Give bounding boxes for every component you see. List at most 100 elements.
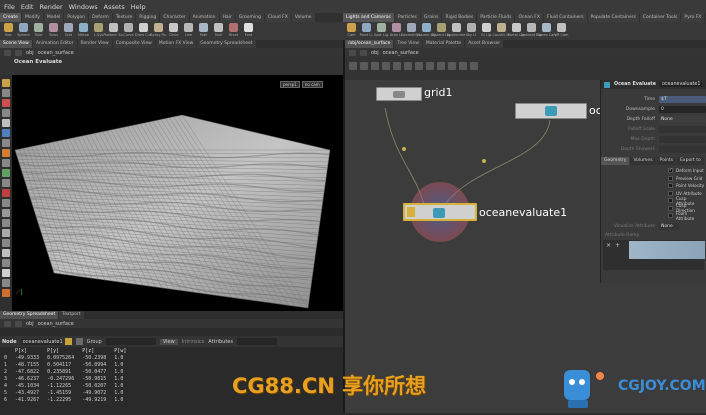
sheet-path-node[interactable]: ocean_surface [38, 321, 74, 327]
network-tool-2[interactable] [371, 62, 379, 70]
shelf-tab-2[interactable]: Model [43, 13, 64, 22]
right-pane-tab-2[interactable]: Material Palette [422, 40, 465, 48]
table-row[interactable]: 5 -43.4927 -1.45159 -49.9072 1.0 [0, 389, 130, 396]
table-row[interactable]: 0 -49.9333 0.0975264 -50.2398 1.0 [0, 354, 130, 361]
check-row-6[interactable]: Foam Attribute [601, 211, 706, 221]
network-tool-5[interactable] [404, 62, 412, 70]
shelf-tab-right-0[interactable]: Lights and Cameras [343, 13, 394, 22]
table-header-cell[interactable]: P[z] [78, 347, 110, 354]
shelf-tool-11[interactable]: Circle [167, 22, 180, 40]
param-node-name[interactable]: oceanevaluate1 [659, 82, 703, 87]
viewport-tool-21[interactable] [2, 289, 10, 297]
network-tool-6[interactable] [415, 62, 423, 70]
shelf-tab-right-2[interactable]: Grains [420, 13, 442, 22]
shelf-tab-4[interactable]: Deform [89, 13, 112, 22]
shelf-tool-13[interactable]: Path [197, 22, 210, 40]
group-field[interactable] [105, 338, 156, 345]
time-field[interactable]: $T [659, 95, 706, 103]
check-box-3[interactable] [668, 190, 673, 196]
network-tool-1[interactable] [360, 62, 368, 70]
shelf-tab-7[interactable]: Character [160, 13, 189, 22]
geometry-icon[interactable] [64, 338, 72, 345]
table-row[interactable]: 4 -45.1034 -1.12265 -50.0207 1.0 [0, 382, 130, 389]
table-row[interactable]: 3 -46.6237 -0.247296 -50.9815 1.0 [0, 375, 130, 382]
network-tool-3[interactable] [382, 62, 390, 70]
viewport-tool-18[interactable] [2, 259, 10, 267]
shelf-tab-1[interactable]: Modify [21, 13, 43, 22]
shelf-tab-11[interactable]: Cloud FX [264, 13, 291, 22]
param-tab-1[interactable]: Volumes [630, 157, 656, 165]
viewport-tool-17[interactable] [2, 249, 10, 257]
shelf-tool-16[interactable]: Font [242, 22, 255, 40]
downsample-field[interactable]: 0 [659, 105, 706, 113]
node-field[interactable]: oceanevaluate1 [20, 338, 63, 345]
menu-file[interactable]: File [4, 3, 15, 11]
check-box-2[interactable] [668, 183, 673, 189]
scene-viewport[interactable]: persp1 no cam ⟋| [12, 75, 343, 311]
shelf-tab-right-7[interactable]: Populate Containers [587, 13, 639, 22]
right-pane-tab-1[interactable]: Tree View [394, 40, 422, 48]
check-box-6[interactable] [668, 213, 673, 219]
table-header-cell[interactable] [0, 347, 11, 354]
sheet-path-obj[interactable]: obj [26, 321, 34, 327]
viewport-tool-4[interactable] [2, 119, 10, 127]
viewport-tool-1[interactable] [2, 89, 10, 97]
network-tool-9[interactable] [448, 62, 456, 70]
shelf-tab-3[interactable]: Polygon [64, 13, 89, 22]
persp-menu[interactable]: persp1 [280, 81, 300, 88]
viewport-tool-5[interactable] [2, 129, 10, 137]
path-node[interactable]: ocean_surface [38, 50, 74, 56]
shelf-tool-5[interactable]: Metab [77, 22, 90, 40]
shelf-tab-right-8[interactable]: Container Tools [639, 13, 681, 22]
left-pane-tab-5[interactable]: Geometry Spreadsheet [197, 40, 256, 48]
viewport-tool-10[interactable] [2, 179, 10, 187]
shelf-tool-6[interactable]: L-Sys [92, 22, 105, 40]
light-tool-6[interactable]: Distant Lig. [432, 22, 451, 40]
node-grid1[interactable] [376, 87, 422, 101]
sheet-back-button[interactable] [4, 320, 11, 327]
light-tool-0[interactable]: Cam [345, 22, 358, 40]
shelf-tab-right-6[interactable]: Fluid Containers [543, 13, 587, 22]
max-depth-field[interactable] [659, 135, 706, 143]
spreadsheet-tab-1[interactable]: Textport [59, 311, 84, 319]
light-tool-4[interactable]: Geometry L. [401, 22, 422, 40]
param-tab-3[interactable]: Export to [677, 157, 704, 165]
network-tool-4[interactable] [393, 62, 401, 70]
shelf-tab-5[interactable]: Texture [112, 13, 136, 22]
shelf-tool-7[interactable]: Platonic So. [103, 22, 124, 40]
node-oceanevaluate1[interactable] [403, 203, 477, 221]
forward-button[interactable] [15, 49, 22, 56]
shelf-tab-right-5[interactable]: Ocean FX [515, 13, 543, 22]
viewport-tool-14[interactable] [2, 219, 10, 227]
shelf-tab-9[interactable]: Hair [219, 13, 235, 22]
shelf-tool-12[interactable]: Line [182, 22, 195, 40]
menu-render[interactable]: Render [39, 3, 62, 11]
attributes-field[interactable] [236, 338, 277, 345]
shelf-tool-3[interactable]: Torus [47, 22, 60, 40]
menu-windows[interactable]: Windows [69, 3, 98, 11]
viewport-tool-8[interactable] [2, 159, 10, 167]
shelf-tool-0[interactable]: Box [2, 22, 15, 40]
right-pane-tab-0[interactable]: /obj/ocean_surface [345, 40, 394, 48]
check-box-5[interactable] [668, 205, 673, 211]
points-icon[interactable] [75, 338, 83, 345]
shelf-tab-0[interactable]: Create [0, 13, 21, 22]
viewport-tool-0[interactable] [2, 79, 10, 87]
menu-edit[interactable]: Edit [21, 3, 34, 11]
viewport-tool-6[interactable] [2, 139, 10, 147]
ramp-remove-icon[interactable]: × [606, 242, 611, 249]
table-header-cell[interactable]: P[y] [43, 347, 78, 354]
shelf-tool-14[interactable]: Null [212, 22, 225, 40]
display-flag-icon[interactable] [407, 207, 415, 217]
ramp-add-icon[interactable]: + [615, 242, 620, 249]
network-tool-7[interactable] [426, 62, 434, 70]
shelf-tab-8[interactable]: Animation [189, 13, 219, 22]
shelf-tab-12[interactable]: Volume [291, 13, 315, 22]
viewport-tool-16[interactable] [2, 239, 10, 247]
shelf-tab-right-3[interactable]: Rigid Bodies [442, 13, 477, 22]
check-box-4[interactable] [668, 198, 673, 204]
viewport-tool-15[interactable] [2, 229, 10, 237]
viewport-tool-11[interactable] [2, 189, 10, 197]
falloff-scale-field[interactable] [659, 125, 706, 133]
depth-falloff-menu[interactable]: None [659, 115, 706, 123]
